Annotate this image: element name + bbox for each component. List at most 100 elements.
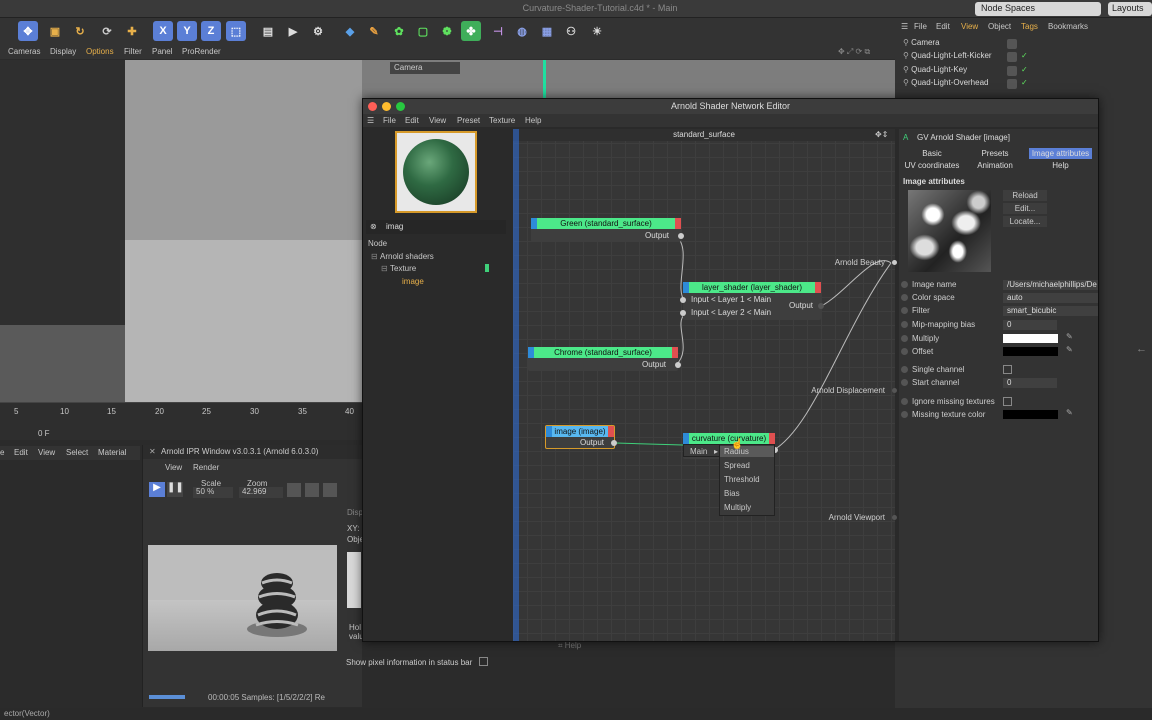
visibility-toggle[interactable]: [1007, 79, 1017, 89]
scale-field[interactable]: 50 %: [193, 487, 233, 498]
object-row-light-key[interactable]: ⚲ Quad-Light-Key: [903, 65, 967, 78]
menu-filter[interactable]: Filter: [124, 47, 142, 56]
eyedropper-icon[interactable]: ✎: [1066, 332, 1073, 341]
obj-menu-edit[interactable]: Edit: [936, 22, 950, 31]
submenu-item-threshold[interactable]: Threshold: [724, 475, 760, 484]
viewport-nav-icon[interactable]: ✥ ⤢ ⟳ ⧉: [838, 47, 870, 57]
add-tool-icon[interactable]: ✚: [122, 21, 142, 41]
subdivision-icon[interactable]: ✿: [389, 21, 409, 41]
3d-viewport[interactable]: [0, 60, 362, 402]
menu-options[interactable]: Options: [86, 47, 114, 56]
render-settings-icon[interactable]: ⚙: [308, 21, 328, 41]
tree-collapse-icon[interactable]: ⊟: [371, 252, 378, 261]
ignore-missing-checkbox[interactable]: [1003, 397, 1012, 406]
visibility-toggle[interactable]: [1007, 39, 1017, 49]
single-channel-checkbox[interactable]: [1003, 365, 1012, 374]
deformer-icon[interactable]: ❁: [437, 21, 457, 41]
multiply-color-swatch[interactable]: [1003, 334, 1058, 343]
scale-tool-icon[interactable]: ▣: [45, 21, 65, 41]
z-axis-lock-icon[interactable]: Z: [201, 21, 221, 41]
tab-animation[interactable]: Animation: [965, 160, 1025, 171]
output-port[interactable]: [675, 362, 681, 368]
image-name-field[interactable]: /Users/michaelphillips/De: [1003, 280, 1098, 290]
grid-icon[interactable]: [323, 483, 337, 497]
clear-search-icon[interactable]: ⊗: [370, 222, 377, 231]
coordinate-system-icon[interactable]: ⬚: [226, 21, 246, 41]
node-layer-shader[interactable]: layer_shader (layer_shader) Input < Laye…: [680, 282, 824, 320]
ipr-menu-render[interactable]: Render: [193, 463, 219, 472]
obj-menu-tags[interactable]: Tags: [1021, 22, 1038, 31]
generator-icon[interactable]: ▢: [413, 21, 433, 41]
menu-display[interactable]: Display: [50, 47, 76, 56]
root-port-displacement[interactable]: Arnold Displacement: [811, 386, 885, 395]
menu-prorender[interactable]: ProRender: [182, 47, 221, 56]
root-port-dot[interactable]: [892, 515, 897, 520]
menu-icon[interactable]: ☰: [367, 116, 374, 125]
enabled-check-icon[interactable]: ✓: [1021, 51, 1028, 60]
arrow-left-icon[interactable]: ←: [1136, 343, 1147, 355]
region-icon[interactable]: [305, 483, 319, 497]
pause-icon[interactable]: ❚❚: [167, 482, 184, 497]
x-axis-lock-icon[interactable]: X: [153, 21, 173, 41]
eyedropper-icon[interactable]: ✎: [1066, 408, 1073, 417]
editor-menu-texture[interactable]: Texture: [489, 116, 515, 125]
light-brush-icon[interactable]: ◍: [512, 21, 532, 41]
submenu-item-multiply[interactable]: Multiply: [724, 503, 751, 512]
obj-menu-object[interactable]: Object: [988, 22, 1011, 31]
light-icon[interactable]: ☀: [587, 21, 607, 41]
tab-basic[interactable]: Basic: [903, 148, 961, 159]
floor-icon[interactable]: ▦: [537, 21, 557, 41]
obj-menu-view[interactable]: View: [961, 22, 978, 31]
render-region-icon[interactable]: ▤: [258, 21, 278, 41]
ipr-menu-view[interactable]: View: [165, 463, 182, 472]
object-row-light-overhead[interactable]: ⚲ Quad-Light-Overhead: [903, 78, 988, 91]
tree-item-texture[interactable]: Texture: [390, 264, 416, 273]
output-port[interactable]: [611, 440, 617, 446]
rotate-tool-icon[interactable]: ↻: [70, 21, 90, 41]
show-pixel-info-checkbox[interactable]: [478, 657, 488, 666]
cube-icon[interactable]: ◆: [340, 21, 360, 41]
start-channel-field[interactable]: 0: [1003, 378, 1057, 388]
mip-bias-field[interactable]: 0: [1003, 320, 1057, 330]
environment-icon[interactable]: ⚇: [561, 21, 581, 41]
output-port[interactable]: [818, 303, 824, 309]
close-icon[interactable]: ✕: [149, 447, 156, 456]
menu-edit[interactable]: Edit: [14, 448, 28, 457]
visibility-toggle[interactable]: [1007, 52, 1017, 62]
tab-uv-coordinates[interactable]: UV coordinates: [903, 160, 961, 171]
enabled-check-icon[interactable]: ✓: [1021, 65, 1028, 74]
object-row-camera[interactable]: ⚲ Camera: [903, 38, 940, 51]
help-label[interactable]: ⌗ Help: [558, 641, 581, 651]
eyedropper-icon[interactable]: ✎: [1066, 345, 1073, 354]
node-search-input[interactable]: imag: [366, 220, 506, 234]
enabled-check-icon[interactable]: ✓: [1021, 78, 1028, 87]
menu-file-partial[interactable]: e: [0, 448, 4, 457]
node-canvas[interactable]: standard_surface ✥⇕ Green (standard_surf…: [513, 129, 897, 641]
edit-button[interactable]: Edit...: [1003, 203, 1047, 214]
locate-button[interactable]: Locate...: [1003, 216, 1047, 227]
menu-cameras[interactable]: Cameras: [8, 47, 40, 56]
color-space-field[interactable]: auto: [1003, 293, 1098, 303]
node-spaces-dropdown[interactable]: Node Spaces: [975, 2, 1101, 16]
obj-menu-bookmarks[interactable]: Bookmarks: [1048, 22, 1088, 31]
offset-color-swatch[interactable]: [1003, 347, 1058, 356]
menu-material[interactable]: Material: [98, 448, 126, 457]
root-port-beauty[interactable]: Arnold Beauty: [835, 258, 885, 267]
move-tool-icon[interactable]: ✥: [18, 21, 38, 41]
zoom-field[interactable]: 42.969: [239, 487, 283, 498]
input-port[interactable]: [680, 297, 686, 303]
tab-presets[interactable]: Presets: [965, 148, 1025, 159]
output-port[interactable]: [678, 233, 684, 239]
editor-menu-help[interactable]: Help: [525, 116, 541, 125]
minimize-window-icon[interactable]: [382, 102, 391, 111]
layouts-button[interactable]: Layouts: [1108, 2, 1152, 16]
render-view-icon[interactable]: ▶: [283, 21, 303, 41]
editor-menu-edit[interactable]: Edit: [405, 116, 419, 125]
menu-select[interactable]: Select: [66, 448, 88, 457]
filter-field[interactable]: smart_bicubic: [1003, 306, 1098, 316]
recent-tool-icon[interactable]: ⟳: [97, 21, 117, 41]
menu-view[interactable]: View: [38, 448, 55, 457]
node-image[interactable]: image (image) Output: [545, 425, 617, 449]
reload-button[interactable]: Reload: [1003, 190, 1047, 201]
fit-icon[interactable]: [287, 483, 301, 497]
